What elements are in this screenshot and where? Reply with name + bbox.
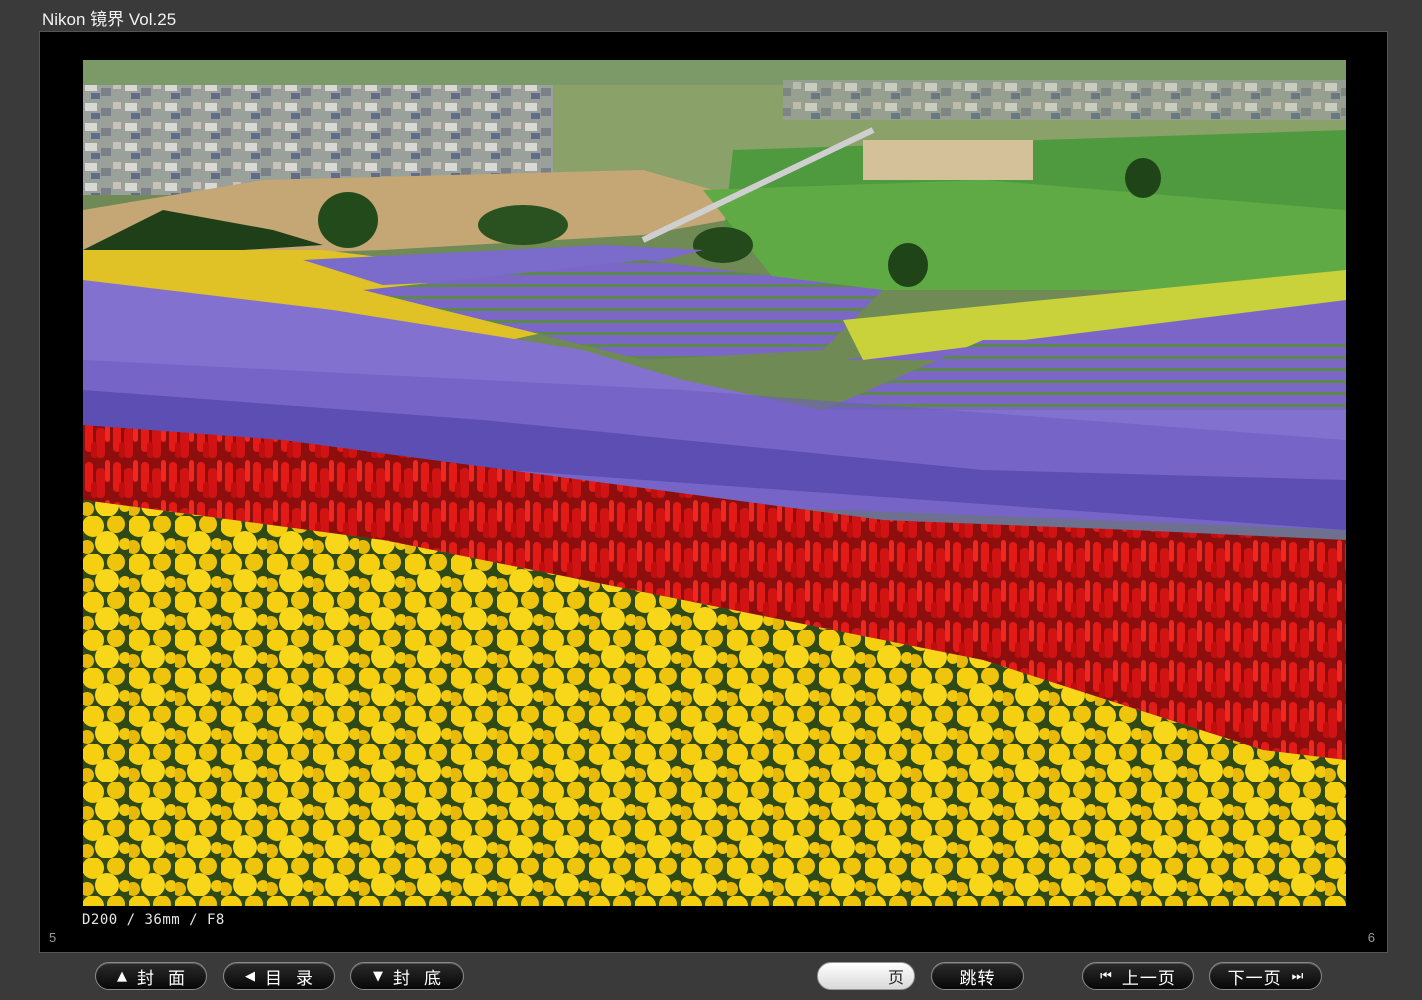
photo-illustration <box>83 60 1346 906</box>
jump-button-label: 跳转 <box>959 968 996 989</box>
previous-page-button[interactable]: ⏮ 上一页 <box>1082 962 1194 990</box>
right-page-number: 6 <box>1367 930 1375 945</box>
page-number-input[interactable] <box>828 966 888 986</box>
flower-field-photo <box>83 60 1346 906</box>
back-cover-button[interactable]: ▼ 封底 <box>350 962 464 990</box>
photo-caption: D200 / 36mm / F8 <box>82 912 225 928</box>
next-page-button[interactable]: 下一页 ⏭ <box>1209 962 1322 990</box>
page-viewer: D200 / 36mm / F8 5 6 <box>39 31 1388 953</box>
back-cover-button-label: 封底 <box>393 968 455 989</box>
triangle-up-icon: ▲ <box>117 968 127 984</box>
previous-page-label: 上一页 <box>1121 968 1176 989</box>
triangle-down-icon: ▼ <box>373 968 383 984</box>
triangle-left-icon: ◀ <box>245 968 255 984</box>
jump-button[interactable]: 跳转 <box>931 962 1024 990</box>
navigation-toolbar: ▲ 封面 ◀ 目录 ▼ 封底 页 跳转 ⏮ 上一页 下一页 ⏭ <box>0 960 1422 994</box>
contents-button-label: 目录 <box>265 968 327 989</box>
next-page-label: 下一页 <box>1227 968 1282 989</box>
page-unit-label: 页 <box>887 968 904 987</box>
left-page-number: 5 <box>49 930 57 945</box>
skip-back-icon: ⏮ <box>1100 968 1112 984</box>
skip-forward-icon: ⏭ <box>1291 968 1304 984</box>
page-number-field: 页 <box>817 962 915 990</box>
cover-button[interactable]: ▲ 封面 <box>95 962 207 990</box>
cover-button-label: 封面 <box>137 968 199 989</box>
app-title: Nikon 镜界 Vol.25 <box>42 10 177 29</box>
contents-button[interactable]: ◀ 目录 <box>223 962 335 990</box>
